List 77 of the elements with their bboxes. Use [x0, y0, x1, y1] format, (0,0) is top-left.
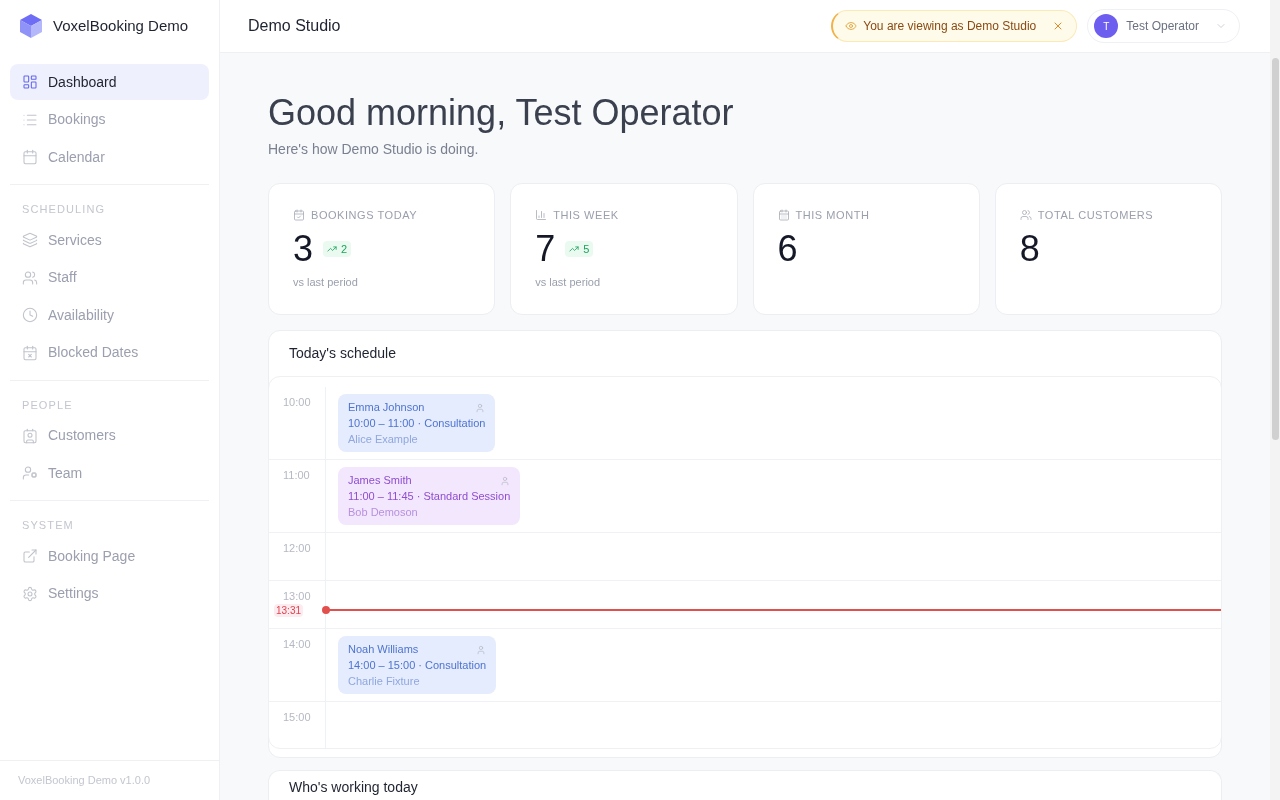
change-badge: 5: [565, 241, 594, 257]
sidebar-nav-item[interactable]: Settings: [10, 575, 209, 612]
booking-details: 14:00 – 15:00 · Consultation: [348, 658, 487, 673]
person-icon: [500, 476, 511, 486]
scrollbar-thumb[interactable]: [1271, 58, 1279, 440]
app-version: VoxelBooking Demo v1.0.0: [18, 773, 151, 789]
people-icon: [22, 269, 38, 286]
time-label: 12:00: [283, 541, 311, 555]
booking-details: 11:00 – 11:45 · Standard Session: [348, 489, 511, 504]
contact-card-icon: [22, 427, 38, 444]
booking-customer: Emma Johnson: [348, 400, 425, 415]
impersonation-text: You are viewing as Demo Studio: [863, 18, 1037, 35]
stat-label: THIS MONTH: [795, 207, 870, 223]
booking-details: 10:00 – 11:00 · Consultation: [348, 416, 486, 431]
time-label: 14:00: [283, 637, 311, 651]
layers-icon: [22, 232, 38, 248]
time-label: 11:00: [283, 468, 310, 482]
user-menu-button[interactable]: T Test Operator: [1087, 9, 1240, 43]
stat-value: 7: [535, 229, 556, 269]
sidebar-section-heading: PEOPLE: [21, 397, 74, 412]
current-time-label: 13:31: [274, 604, 304, 617]
card-title: Who's working today: [289, 779, 418, 795]
booking-customer: James Smith: [348, 473, 412, 488]
sidebar-nav-item[interactable]: Staff: [10, 259, 209, 296]
stat-value: 3: [293, 229, 314, 269]
booking-card[interactable]: Noah Williams 14:00 – 15:00 · Consultation Charlie Fixture: [338, 636, 497, 694]
calendar-check-icon: [293, 209, 305, 221]
brand-name: VoxelBooking Demo: [53, 15, 189, 36]
card-title: Today's schedule: [289, 344, 396, 363]
booking-staff: Alice Example: [348, 432, 418, 447]
sidebar-nav-item[interactable]: Blocked Dates: [10, 334, 209, 371]
sidebar-nav-item[interactable]: Dashboard: [10, 64, 209, 100]
cube-logo-icon: [20, 14, 42, 38]
clock-icon: [22, 307, 38, 323]
person-icon: [475, 403, 486, 413]
stat-label: BOOKINGS TODAY: [311, 207, 418, 223]
stat-value: 6: [777, 229, 798, 269]
calendar-x-icon: [22, 344, 38, 361]
sidebar-nav-item[interactable]: Bookings: [10, 101, 209, 138]
user-avatar: T: [1094, 14, 1119, 38]
booking-card[interactable]: James Smith 11:00 – 11:45 · Standard Session Bob Demoson: [338, 467, 521, 525]
settings-icon: [22, 585, 38, 602]
sidebar-section-heading: SYSTEM: [21, 518, 75, 532]
booking-staff: Charlie Fixture: [348, 674, 420, 689]
greeting-heading: Good morning, Test Operator: [268, 93, 734, 133]
change-badge: 2: [323, 241, 352, 257]
dashboard-grid-icon: [22, 74, 38, 90]
people-icon: [1019, 209, 1032, 221]
external-link-icon: [22, 548, 38, 564]
stat-note: vs last period: [535, 275, 601, 289]
sidebar-nav-item[interactable]: Availability: [10, 297, 209, 333]
stat-value: 8: [1019, 229, 1040, 269]
sidebar-nav-item[interactable]: Services: [10, 222, 209, 258]
stat-label: THIS WEEK: [553, 207, 619, 223]
eye-icon: [845, 20, 858, 32]
calendar-icon: [777, 209, 790, 221]
sidebar-nav-item[interactable]: Team: [10, 455, 209, 491]
booking-card[interactable]: Emma Johnson 10:00 – 11:00 · Consultation Alice Example: [338, 394, 496, 452]
trending-up-icon: [569, 244, 580, 254]
user-gear-icon: [22, 465, 38, 481]
sidebar-nav-item[interactable]: Customers: [10, 417, 209, 454]
time-label: 15:00: [283, 710, 311, 724]
time-label: 10:00: [283, 395, 311, 409]
sidebar-nav-item[interactable]: Booking Page: [10, 538, 209, 574]
person-icon: [476, 645, 487, 655]
stat-label: TOTAL CUSTOMERS: [1037, 207, 1154, 223]
sidebar-nav-item[interactable]: Calendar: [10, 139, 209, 175]
calendar-icon: [22, 149, 38, 165]
greeting-subtitle: Here's how Demo Studio is doing.: [268, 140, 479, 159]
booking-staff: Bob Demoson: [348, 505, 418, 520]
time-label: 13:00: [283, 589, 311, 603]
bar-chart-icon: [535, 209, 548, 221]
stat-note: vs last period: [293, 275, 358, 289]
trending-up-icon: [327, 244, 338, 254]
booking-customer: Noah Williams: [348, 642, 419, 657]
page-title: Demo Studio: [248, 16, 341, 36]
sidebar-section-heading: SCHEDULING: [21, 202, 107, 216]
